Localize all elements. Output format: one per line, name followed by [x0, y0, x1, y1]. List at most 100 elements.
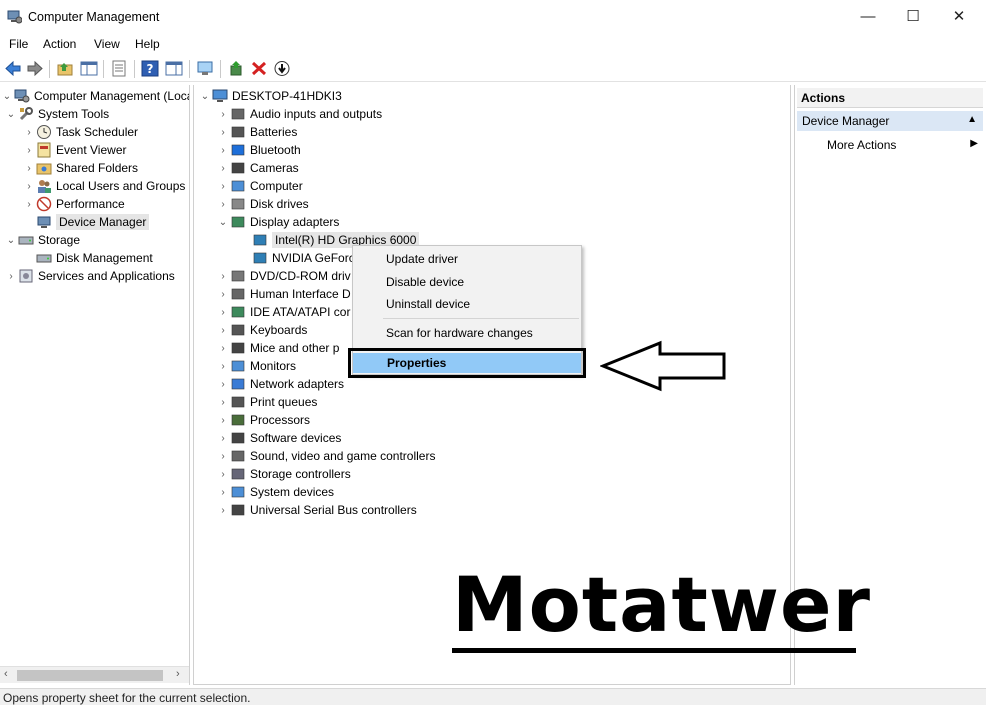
device-category[interactable]: › Bluetooth [216, 141, 300, 159]
chevron-right-icon[interactable]: › [216, 109, 230, 120]
scan-hardware-icon[interactable] [196, 60, 214, 77]
menu-properties[interactable]: Properties [348, 348, 586, 378]
chevron-right-icon[interactable]: › [4, 271, 18, 282]
chevron-down-icon[interactable]: ⌄ [216, 217, 230, 228]
toolbar-separator [103, 60, 104, 78]
device-category[interactable]: › Disk drives [216, 195, 308, 213]
toolbar: ? [0, 56, 986, 82]
device-category[interactable]: › Software devices [216, 429, 341, 447]
chevron-right-icon[interactable]: › [216, 379, 230, 390]
chevron-right-icon[interactable]: › [216, 415, 230, 426]
chevron-right-icon[interactable]: › [22, 127, 36, 138]
device-category[interactable]: › Batteries [216, 123, 297, 141]
download-circle-icon[interactable] [273, 60, 291, 77]
update-driver-icon[interactable] [228, 60, 246, 77]
device-category[interactable]: › Network adapters [216, 375, 344, 393]
chevron-right-icon[interactable]: › [216, 127, 230, 138]
pointer-arrow-icon [600, 340, 726, 392]
device-category[interactable]: › Human Interface D [216, 285, 350, 303]
device-category[interactable]: › Processors [216, 411, 310, 429]
chevron-right-icon[interactable]: › [216, 145, 230, 156]
device-category[interactable]: › Audio inputs and outputs [216, 105, 382, 123]
chevron-right-icon[interactable]: › [216, 487, 230, 498]
chevron-down-icon[interactable]: ⌄ [198, 91, 212, 102]
chevron-right-icon[interactable]: › [216, 199, 230, 210]
device-category[interactable]: › Monitors [216, 357, 296, 375]
show-hide-tree-icon[interactable] [80, 60, 98, 77]
device-item[interactable]: NVIDIA GeForc [252, 249, 355, 267]
device-category[interactable]: › Computer [216, 177, 302, 195]
action-pane-icon[interactable] [165, 60, 183, 77]
chevron-right-icon[interactable]: › [22, 163, 36, 174]
tree-shared-folders[interactable]: › Shared Folders [22, 159, 138, 177]
chevron-right-icon[interactable]: › [216, 433, 230, 444]
chevron-right-icon[interactable]: › [216, 289, 230, 300]
device-category[interactable]: › Mice and other p [216, 339, 339, 357]
chevron-down-icon[interactable]: ⌄ [4, 109, 18, 120]
device-category[interactable]: ⌄ Display adapters [216, 213, 340, 231]
scroll-left-icon[interactable]: ‹ [4, 668, 8, 680]
up-folder-icon[interactable] [56, 60, 74, 77]
chevron-right-icon[interactable]: › [216, 451, 230, 462]
tree-device-manager[interactable]: Device Manager [36, 213, 150, 231]
device-category[interactable]: › DVD/CD-ROM driv [216, 267, 350, 285]
scrollbar-thumb[interactable] [17, 670, 163, 681]
device-category[interactable]: › Keyboards [216, 321, 307, 339]
tree-local-users[interactable]: › Local Users and Groups [22, 177, 185, 195]
menu-scan-hardware[interactable]: Scan for hardware changes [353, 322, 581, 344]
back-arrow-icon[interactable] [4, 60, 22, 77]
horizontal-scrollbar[interactable]: ‹ › [0, 666, 189, 683]
device-category[interactable]: › Storage controllers [216, 465, 350, 483]
device-tree-root[interactable]: ⌄ DESKTOP-41HDKI3 [198, 87, 342, 105]
actions-section-device-manager[interactable]: Device Manager ▲ [797, 111, 983, 131]
chevron-right-icon[interactable]: › [216, 397, 230, 408]
scroll-right-icon[interactable]: › [176, 668, 180, 680]
device-category[interactable]: › Sound, video and game controllers [216, 447, 435, 465]
menu-help[interactable]: Help [135, 37, 160, 51]
chevron-right-icon[interactable]: › [216, 307, 230, 318]
chevron-right-icon[interactable]: › [216, 361, 230, 372]
chevron-right-icon[interactable]: › [22, 145, 36, 156]
menu-file[interactable]: File [9, 37, 28, 51]
device-category[interactable]: › Cameras [216, 159, 298, 177]
chevron-right-icon[interactable]: › [216, 343, 230, 354]
device-category[interactable]: › System devices [216, 483, 334, 501]
chevron-right-icon[interactable]: › [216, 271, 230, 282]
menu-view[interactable]: View [94, 37, 120, 51]
forward-arrow-icon[interactable] [26, 60, 44, 77]
tree-task-scheduler[interactable]: › Task Scheduler [22, 123, 138, 141]
more-actions-label: More Actions [827, 138, 897, 152]
tree-services-apps[interactable]: › Services and Applications [4, 267, 174, 285]
chevron-down-icon[interactable]: ⌄ [0, 91, 14, 102]
uninstall-x-icon[interactable] [250, 60, 268, 77]
properties-sheet-icon[interactable] [110, 60, 128, 77]
chevron-right-icon[interactable]: › [216, 325, 230, 336]
chevron-right-icon[interactable]: › [216, 181, 230, 192]
more-actions[interactable]: More Actions ▶ [797, 135, 983, 155]
minimize-button[interactable]: — [846, 4, 890, 30]
chevron-right-icon[interactable]: › [22, 199, 36, 210]
chevron-down-icon[interactable]: ⌄ [4, 235, 18, 246]
tree-disk-management[interactable]: Disk Management [36, 249, 153, 267]
chevron-right-icon[interactable]: › [22, 181, 36, 192]
menu-disable-device[interactable]: Disable device [353, 271, 581, 293]
chevron-right-icon[interactable]: › [216, 505, 230, 516]
chevron-right-icon[interactable]: › [216, 163, 230, 174]
chevron-right-icon[interactable]: › [216, 469, 230, 480]
help-icon[interactable]: ? [141, 60, 159, 77]
menu-uninstall-device[interactable]: Uninstall device [353, 293, 581, 315]
tree-event-viewer[interactable]: › Event Viewer [22, 141, 126, 159]
menu-action[interactable]: Action [43, 37, 76, 51]
tree-root[interactable]: ⌄ Computer Management (Local [0, 87, 189, 105]
maximize-button[interactable]: ☐ [891, 4, 935, 30]
collapse-up-icon[interactable]: ▲ [967, 114, 977, 125]
device-category[interactable]: › Universal Serial Bus controllers [216, 501, 416, 519]
menu-update-driver[interactable]: Update driver [353, 248, 581, 270]
device-label: Sound, video and game controllers [250, 449, 436, 463]
device-category[interactable]: › IDE ATA/ATAPI cor [216, 303, 350, 321]
device-category[interactable]: › Print queues [216, 393, 317, 411]
tree-storage[interactable]: ⌄ Storage [4, 231, 80, 249]
tree-performance[interactable]: › Performance [22, 195, 125, 213]
close-button[interactable]: ✕ [937, 4, 981, 30]
tree-system-tools[interactable]: ⌄ System Tools [4, 105, 109, 123]
